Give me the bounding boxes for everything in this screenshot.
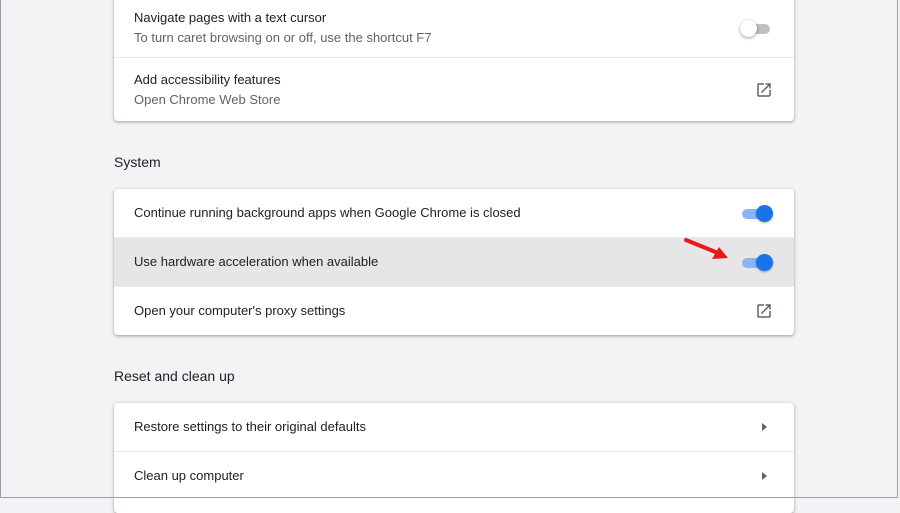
reset-card: Restore settings to their original defau…: [114, 403, 794, 513]
arrow-right-icon[interactable]: [754, 417, 774, 437]
proxy-settings-row[interactable]: Open your computer's proxy settings: [114, 286, 794, 335]
background-apps-row[interactable]: Continue running background apps when Go…: [114, 189, 794, 237]
proxy-settings-label: Open your computer's proxy settings: [134, 303, 346, 318]
annotation-arrow-icon: [684, 236, 734, 267]
restore-defaults-row[interactable]: Restore settings to their original defau…: [114, 403, 794, 451]
open-in-new-icon[interactable]: [754, 80, 774, 100]
background-apps-toggle[interactable]: [740, 203, 774, 223]
caret-browsing-toggle[interactable]: [740, 18, 774, 38]
clean-up-label: Clean up computer: [134, 468, 244, 483]
reset-heading: Reset and clean up: [114, 368, 235, 384]
open-in-new-icon[interactable]: [754, 301, 774, 321]
clean-up-row[interactable]: Clean up computer: [114, 451, 794, 500]
system-heading: System: [114, 154, 161, 170]
caret-browsing-row[interactable]: Navigate pages with a text cursor To tur…: [114, 0, 794, 57]
background-apps-label: Continue running background apps when Go…: [134, 205, 521, 220]
hardware-acceleration-label: Use hardware acceleration when available: [134, 254, 379, 269]
accessibility-features-label: Add accessibility features: [134, 71, 281, 87]
hardware-acceleration-toggle[interactable]: [740, 252, 774, 272]
accessibility-features-row[interactable]: Add accessibility features Open Chrome W…: [114, 57, 794, 121]
caret-browsing-sub: To turn caret browsing on or off, use th…: [134, 29, 432, 45]
accessibility-features-sub: Open Chrome Web Store: [134, 91, 281, 107]
arrow-right-icon[interactable]: [754, 466, 774, 486]
caret-browsing-label: Navigate pages with a text cursor: [134, 9, 327, 25]
restore-defaults-label: Restore settings to their original defau…: [134, 419, 366, 434]
accessibility-card: Navigate pages with a text cursor To tur…: [114, 0, 794, 121]
